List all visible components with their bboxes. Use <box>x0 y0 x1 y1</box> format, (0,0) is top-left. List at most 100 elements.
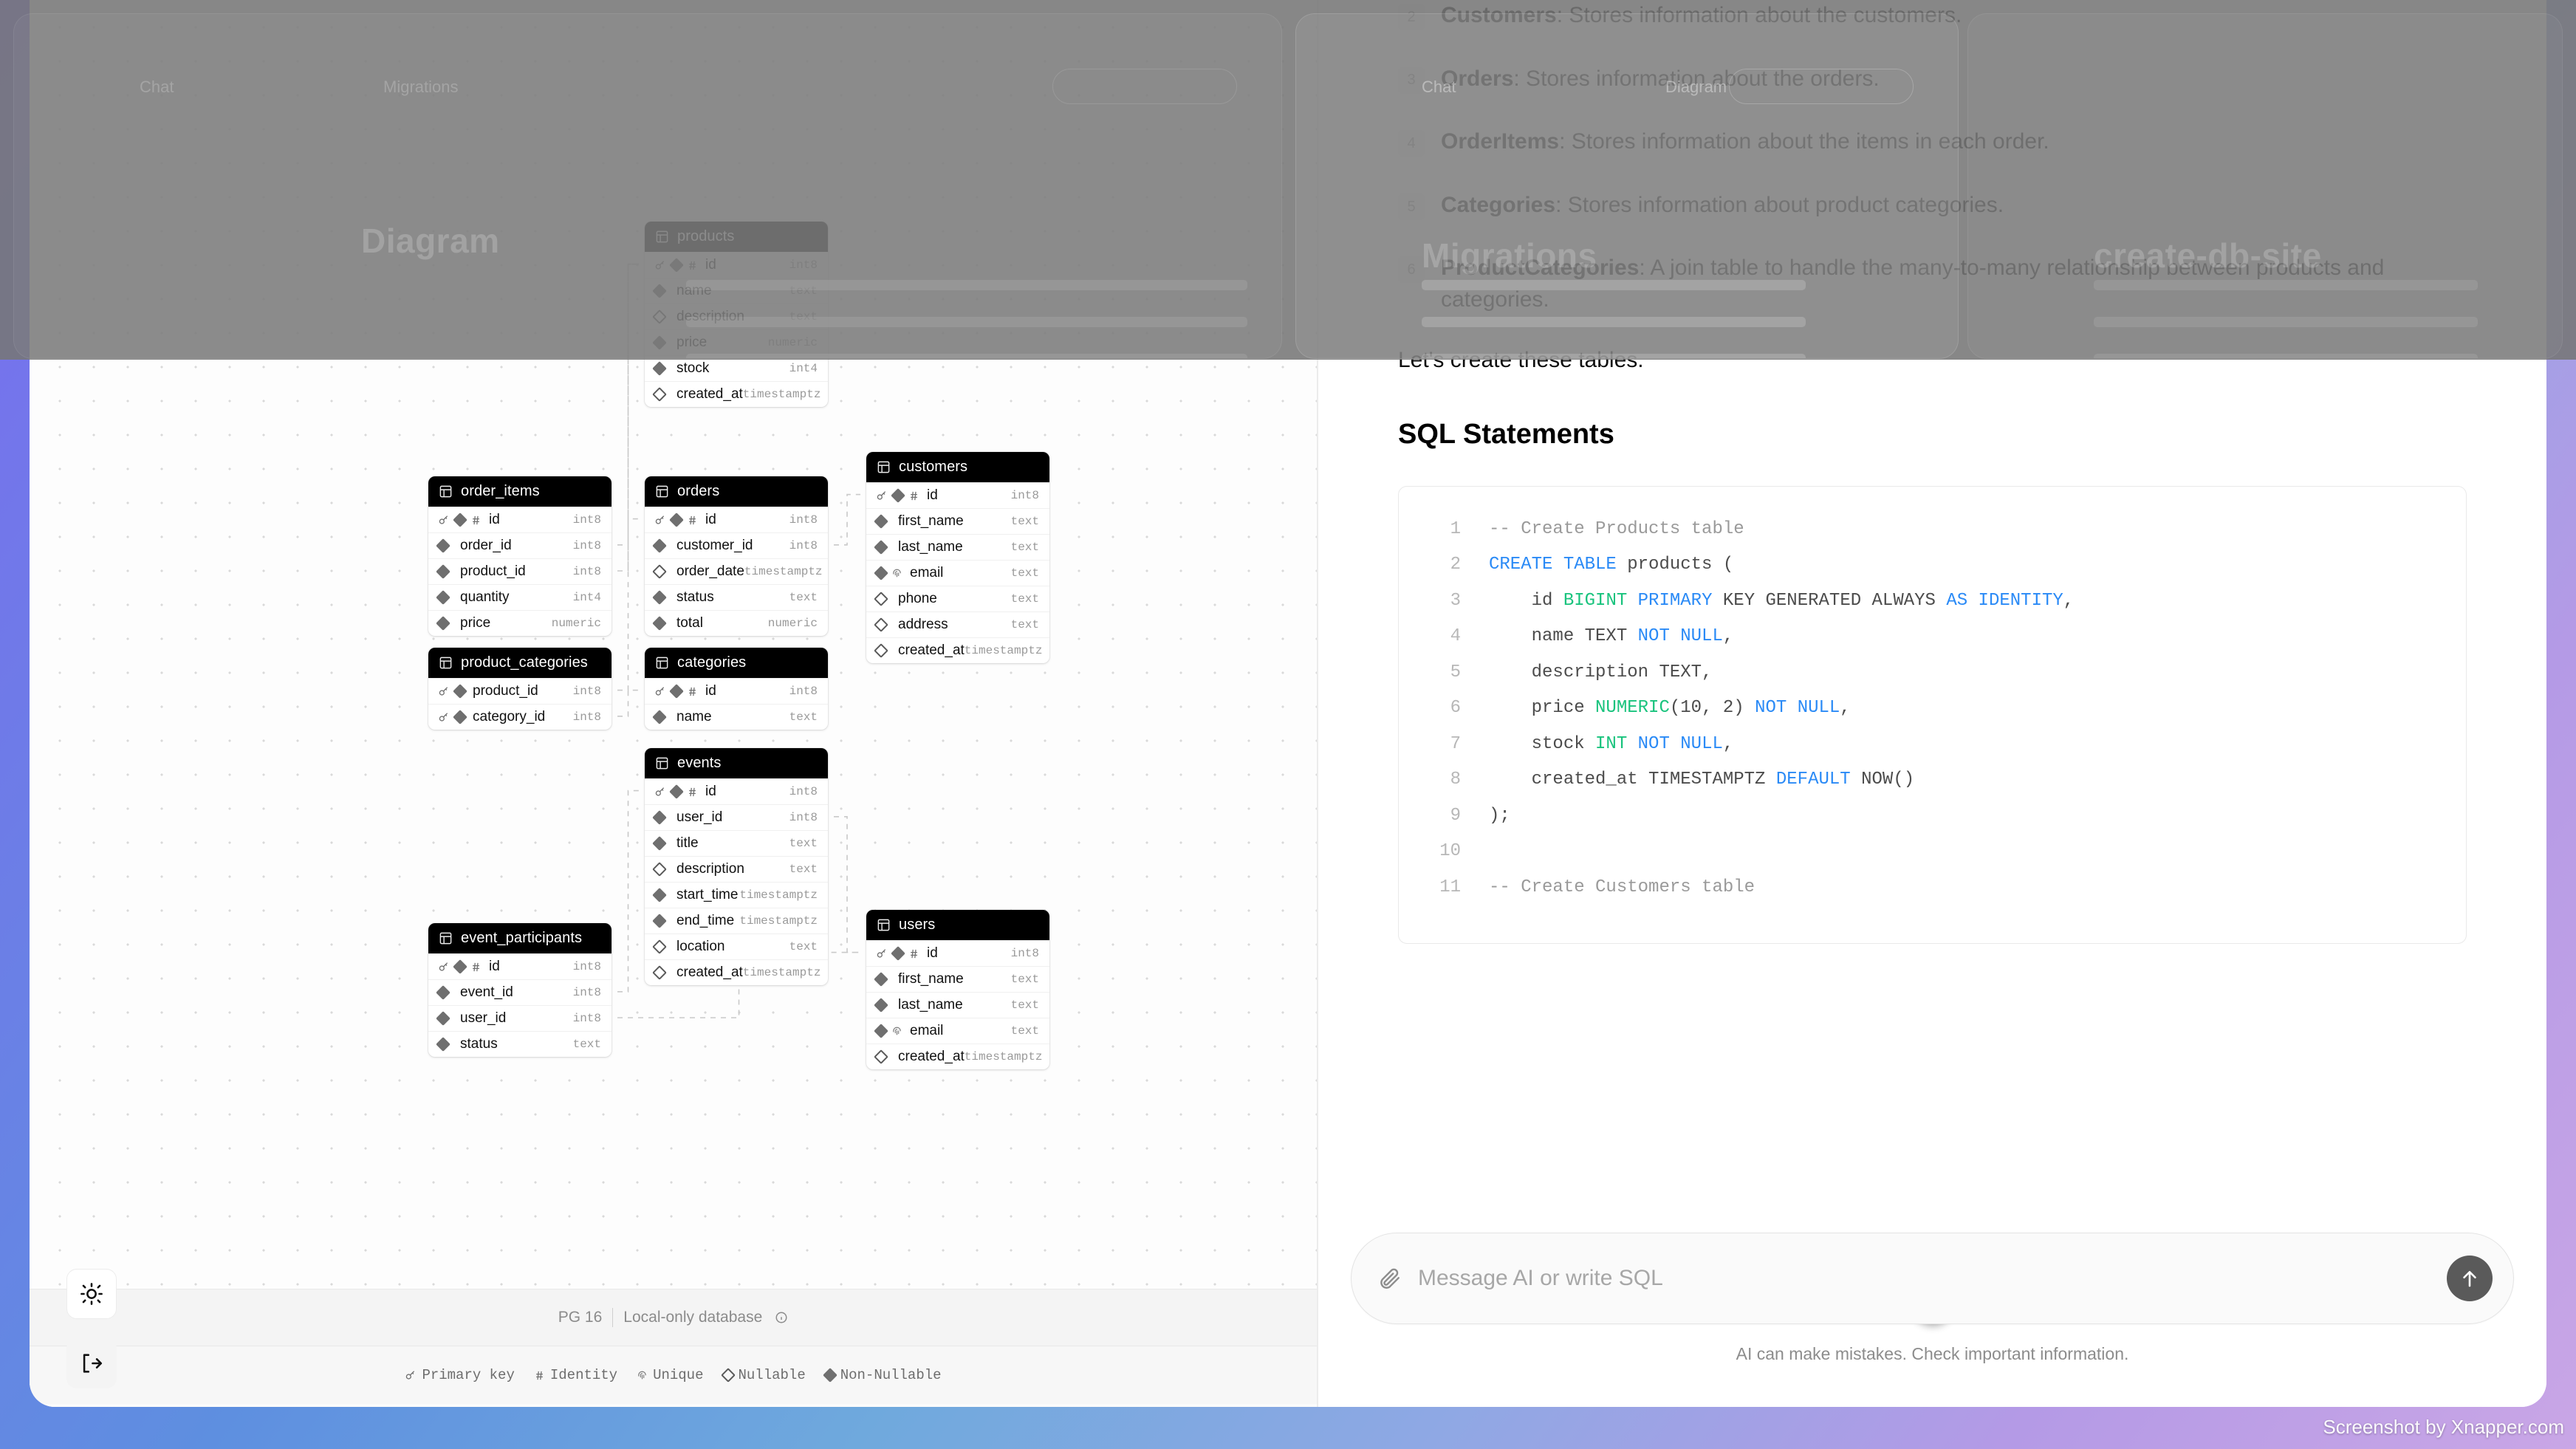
er-column-name: id <box>919 945 1011 962</box>
er-column-row[interactable]: user_idint8 <box>645 804 828 830</box>
diamond-filled-icon <box>652 361 667 376</box>
er-column-row[interactable]: idint8 <box>866 482 1049 508</box>
er-column-row[interactable]: nametext <box>645 278 828 304</box>
table-grid-icon <box>439 656 453 670</box>
er-table-users[interactable]: usersidint8first_nametextlast_nametextem… <box>866 910 1049 1069</box>
theme-toggle-button[interactable] <box>66 1269 117 1319</box>
table-grid-icon <box>877 918 891 932</box>
er-column-row[interactable]: product_idint8 <box>428 678 612 704</box>
composer[interactable] <box>1351 1233 2514 1324</box>
er-column-row[interactable]: emailtext <box>866 560 1049 586</box>
er-column-row[interactable]: created_attimestamptz <box>866 1044 1049 1069</box>
er-column-row[interactable]: event_idint8 <box>428 979 612 1005</box>
er-column-name: user_id <box>453 1010 573 1027</box>
er-table-categories[interactable]: categoriesidint8nametext <box>645 648 828 730</box>
er-column-row[interactable]: category_idint8 <box>428 704 612 730</box>
er-table-order_items[interactable]: order_itemsidint8order_idint8product_idi… <box>428 476 612 636</box>
legend-item-diamond-filled-icon: Non-Nullable <box>825 1367 942 1383</box>
diamond-filled-icon <box>652 888 667 902</box>
er-column-row[interactable]: locationtext <box>645 934 828 959</box>
er-column-row[interactable]: nametext <box>645 704 828 730</box>
er-column-type: numeric <box>552 617 601 630</box>
info-icon[interactable] <box>775 1311 788 1324</box>
er-column-row[interactable]: order_idint8 <box>428 532 612 558</box>
er-column-row[interactable]: customer_idint8 <box>645 532 828 558</box>
er-column-row[interactable]: statustext <box>645 584 828 610</box>
status-divider <box>612 1308 613 1327</box>
er-column-row[interactable]: idint8 <box>428 953 612 979</box>
split-layout: productsidint8nametextdescriptiontextpri… <box>30 0 2546 1407</box>
er-column-icons <box>654 618 669 628</box>
er-column-row[interactable]: product_idint8 <box>428 558 612 584</box>
er-column-row[interactable]: created_attimestamptz <box>645 381 828 407</box>
er-table-events[interactable]: events idint8user_idint8titletextdescript… <box>645 748 828 985</box>
er-table-event_participants[interactable]: event_participantsidint8event_idint8user… <box>428 923 612 1057</box>
er-column-row[interactable]: user_idint8 <box>428 1005 612 1031</box>
er-column-row[interactable]: pricenumeric <box>645 329 828 355</box>
er-column-row[interactable]: stockint4 <box>645 355 828 381</box>
er-column-row[interactable]: created_attimestamptz <box>645 959 828 985</box>
diamond-hollow-icon <box>874 617 888 632</box>
send-message-button[interactable] <box>2447 1256 2493 1301</box>
er-column-name: last_name <box>891 997 1011 1013</box>
er-column-row[interactable]: statustext <box>428 1031 612 1057</box>
er-column-row[interactable]: last_nametext <box>866 534 1049 560</box>
er-column-row[interactable]: emailtext <box>866 1018 1049 1044</box>
er-column-name: address <box>891 617 1011 633</box>
er-table-name: orders <box>677 483 719 500</box>
er-column-row[interactable]: descriptiontext <box>645 304 828 329</box>
er-column-row[interactable]: first_nametext <box>866 508 1049 534</box>
er-column-type: text <box>573 1038 601 1051</box>
er-column-icons <box>654 514 698 526</box>
er-column-row[interactable]: addresstext <box>866 612 1049 637</box>
er-column-row[interactable]: titletext <box>645 830 828 856</box>
er-column-row[interactable]: idint8 <box>866 940 1049 966</box>
er-column-row[interactable]: last_nametext <box>866 992 1049 1018</box>
er-column-type: int8 <box>573 539 601 552</box>
er-column-name: event_id <box>453 984 573 1001</box>
er-column-row[interactable]: idint8 <box>645 678 828 704</box>
er-table-product_categories[interactable]: product_categoriesproduct_idint8category… <box>428 648 612 730</box>
diagram-canvas[interactable]: productsidint8nametextdescriptiontextpri… <box>30 0 1317 1289</box>
diamond-filled-icon <box>652 914 667 928</box>
er-column-row[interactable]: idint8 <box>645 778 828 804</box>
er-table-products[interactable]: productsidint8nametextdescriptiontextpri… <box>645 222 828 407</box>
er-column-row[interactable]: idint8 <box>645 507 828 532</box>
er-column-row[interactable]: idint8 <box>428 507 612 532</box>
er-column-row[interactable]: phonetext <box>866 586 1049 612</box>
export-button[interactable] <box>66 1338 117 1388</box>
key-icon <box>438 514 450 526</box>
er-column-name: product_id <box>453 564 573 580</box>
er-table-orders[interactable]: orders idint8customer_idint8order_datetim… <box>645 476 828 636</box>
er-table-customers[interactable]: customersidint8first_nametextlast_namete… <box>866 452 1049 663</box>
er-column-icons <box>876 1026 902 1037</box>
er-column-row[interactable]: pricenumeric <box>428 610 612 636</box>
key-icon <box>438 961 450 973</box>
er-table-header: order_items <box>428 476 612 507</box>
er-column-row[interactable]: order_datetimestamptz <box>645 558 828 584</box>
er-column-icons <box>438 514 482 526</box>
er-column-row[interactable]: created_attimestamptz <box>866 637 1049 663</box>
er-column-row[interactable]: quantityint4 <box>428 584 612 610</box>
er-column-row[interactable]: end_timetimestamptz <box>645 908 828 934</box>
diamond-filled-icon <box>669 258 684 273</box>
er-column-row[interactable]: totalnumeric <box>645 610 828 636</box>
er-column-name: start_time <box>669 887 739 903</box>
legend-label: Primary key <box>422 1367 514 1383</box>
er-column-name: category_id <box>465 709 573 725</box>
er-column-type: text <box>789 591 818 604</box>
diamond-filled-icon <box>874 566 888 580</box>
er-table-name: events <box>677 755 722 772</box>
chat-scroll-area[interactable]: 2Customers: Stores information about the… <box>1318 0 2546 1185</box>
er-column-type: text <box>1011 515 1039 528</box>
er-column-row[interactable]: idint8 <box>645 252 828 278</box>
page-root: productsidint8nametextdescriptiontextpri… <box>0 0 2576 1449</box>
sql-code-block[interactable]: 1-- Create Products table 2CREATE TABLE … <box>1398 486 2467 944</box>
er-column-name: title <box>669 835 789 852</box>
hash-icon <box>470 962 482 973</box>
composer-input[interactable] <box>1418 1266 2431 1291</box>
er-column-row[interactable]: descriptiontext <box>645 856 828 882</box>
paperclip-icon[interactable] <box>1377 1266 1402 1291</box>
er-column-row[interactable]: start_timetimestamptz <box>645 882 828 908</box>
er-column-row[interactable]: first_nametext <box>866 966 1049 992</box>
